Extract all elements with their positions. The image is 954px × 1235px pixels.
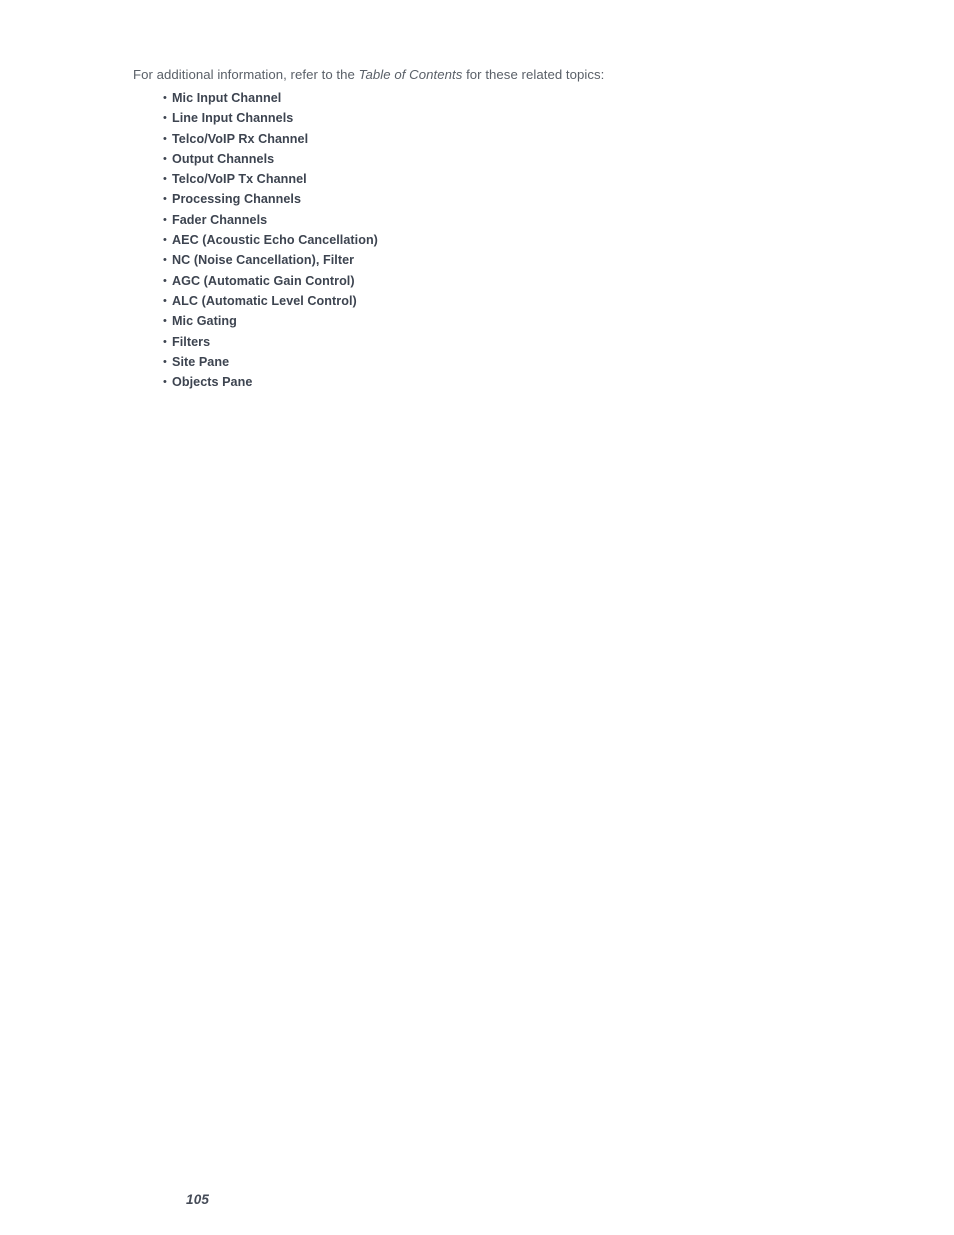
list-item[interactable]: • AGC (Automatic Gain Control)	[163, 271, 378, 291]
bullet-icon: •	[163, 376, 167, 389]
bullet-icon: •	[163, 355, 167, 368]
list-item[interactable]: • Site Pane	[163, 352, 378, 372]
page-number: 105	[186, 1192, 210, 1207]
bullet-icon: •	[163, 112, 167, 125]
bullet-icon: •	[163, 213, 167, 226]
list-item-label: Processing Channels	[172, 192, 302, 207]
list-item-label: Telco/VoIP Tx Channel	[172, 172, 307, 187]
list-item-label: Mic Gating	[172, 314, 237, 329]
list-item[interactable]: • Output Channels	[163, 149, 378, 169]
bullet-icon: •	[163, 294, 167, 307]
bullet-icon: •	[163, 132, 167, 145]
list-item-label: Filters	[172, 334, 211, 349]
list-item[interactable]: • Objects Pane	[163, 372, 378, 392]
related-topics-list: • Mic Input Channel • Line Input Channels • T…	[163, 88, 378, 392]
list-item[interactable]: • Mic Input Channel	[163, 88, 378, 108]
list-item-label: Site Pane	[172, 354, 230, 369]
list-item[interactable]: • Mic Gating	[163, 311, 378, 331]
intro-paragraph: For additional information, refer to the…	[133, 66, 604, 83]
list-item-label: Objects Pane	[172, 375, 253, 390]
list-item[interactable]: • ALC (Automatic Level Control)	[163, 291, 378, 311]
list-item[interactable]: • Processing Channels	[163, 189, 378, 209]
list-item[interactable]: • Telco/VoIP Rx Channel	[163, 129, 378, 149]
list-item-label: Fader Channels	[172, 212, 268, 227]
list-item-label: AGC (Automatic Gain Control)	[172, 273, 355, 288]
list-item[interactable]: • Line Input Channels	[163, 108, 378, 128]
list-item[interactable]: • Telco/VoIP Tx Channel	[163, 169, 378, 189]
intro-text-after: for these related topics:	[462, 67, 605, 83]
list-item[interactable]: • NC (Noise Cancellation), Filter	[163, 250, 378, 270]
list-item[interactable]: • Filters	[163, 332, 378, 352]
list-item-label: Output Channels	[172, 151, 275, 166]
document-page: For additional information, refer to the…	[0, 0, 954, 1235]
intro-text-before: For additional information, refer to the	[133, 67, 359, 83]
bullet-icon: •	[163, 274, 167, 287]
bullet-icon: •	[163, 193, 167, 206]
bullet-icon: •	[163, 315, 167, 328]
list-item-label: Line Input Channels	[172, 111, 294, 126]
table-of-contents-reference: Table of Contents	[358, 67, 463, 83]
bullet-icon: •	[163, 254, 167, 267]
list-item-label: Telco/VoIP Rx Channel	[172, 131, 309, 146]
bullet-icon: •	[163, 234, 167, 247]
list-item[interactable]: • Fader Channels	[163, 210, 378, 230]
list-item-label: NC (Noise Cancellation), Filter	[172, 253, 355, 268]
bullet-icon: •	[163, 173, 167, 186]
list-item-label: AEC (Acoustic Echo Cancellation)	[172, 233, 378, 248]
bullet-icon: •	[163, 92, 167, 104]
list-item-label: ALC (Automatic Level Control)	[172, 293, 357, 308]
bullet-icon: •	[163, 335, 167, 348]
list-item[interactable]: • AEC (Acoustic Echo Cancellation)	[163, 230, 378, 250]
list-item-label: Mic Input Channel	[172, 91, 282, 105]
bullet-icon: •	[163, 152, 167, 165]
